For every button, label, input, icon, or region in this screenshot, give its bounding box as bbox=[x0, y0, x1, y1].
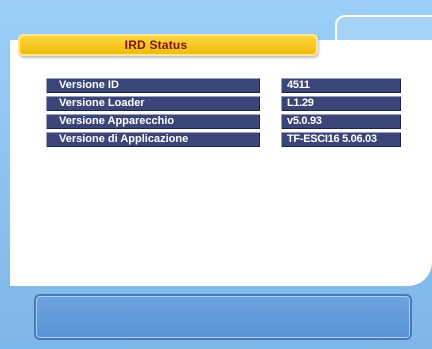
title-bar: IRD Status bbox=[18, 34, 318, 56]
tv-screen: IRD Status Versione ID 4511 Versione Loa… bbox=[0, 0, 432, 349]
info-value: L1.29 bbox=[281, 96, 401, 111]
info-label: Versione ID bbox=[46, 78, 260, 93]
info-value: 4511 bbox=[281, 78, 401, 93]
info-value: TF-ESCI16 5.06.03 bbox=[281, 132, 401, 147]
main-panel bbox=[10, 40, 432, 286]
info-label: Versione Apparecchio bbox=[46, 114, 260, 129]
message-box bbox=[34, 294, 412, 340]
info-label: Versione Loader bbox=[46, 96, 260, 111]
page-title: IRD Status bbox=[124, 38, 188, 52]
info-value: v5.0.93 bbox=[281, 114, 401, 129]
info-label: Versione di Applicazione bbox=[46, 132, 260, 147]
